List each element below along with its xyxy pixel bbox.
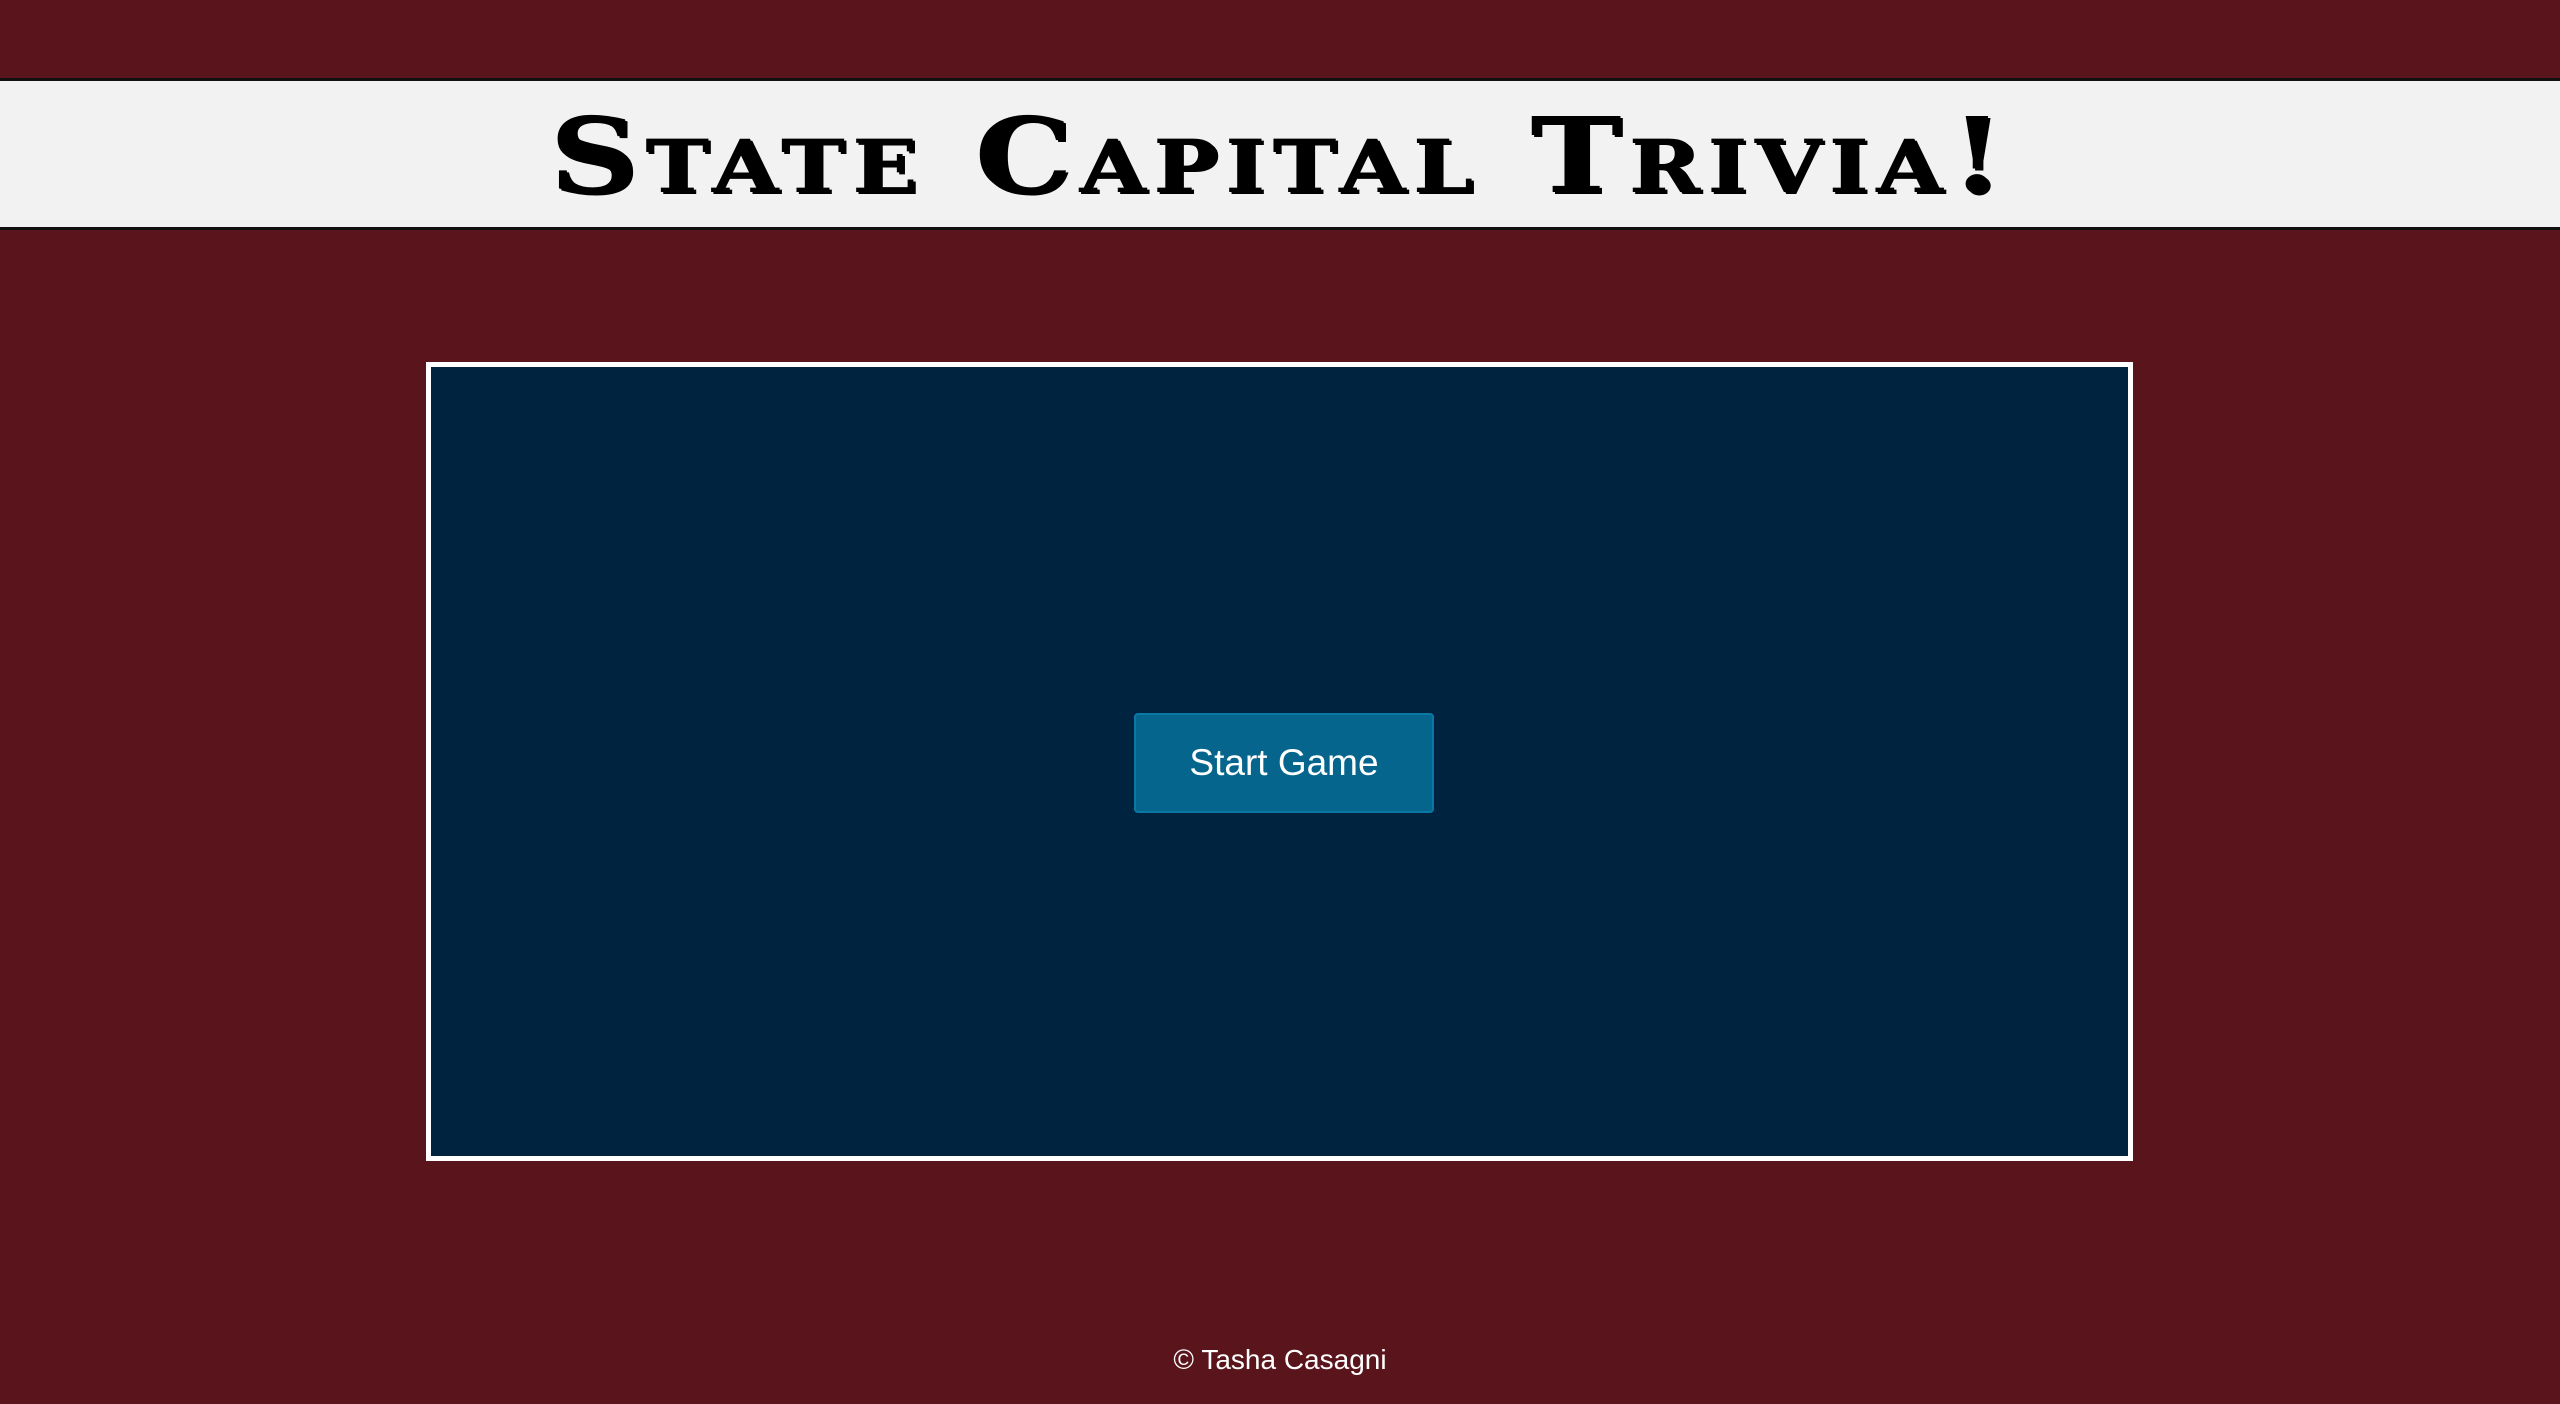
- game-board: Start Game: [426, 362, 2133, 1161]
- title-banner: State Capital Trivia!: [0, 78, 2560, 230]
- page-title: State Capital Trivia!: [549, 94, 2011, 217]
- copyright-footer: © Tasha Casagni: [1173, 1344, 1387, 1375]
- start-game-button[interactable]: Start Game: [1134, 713, 1434, 813]
